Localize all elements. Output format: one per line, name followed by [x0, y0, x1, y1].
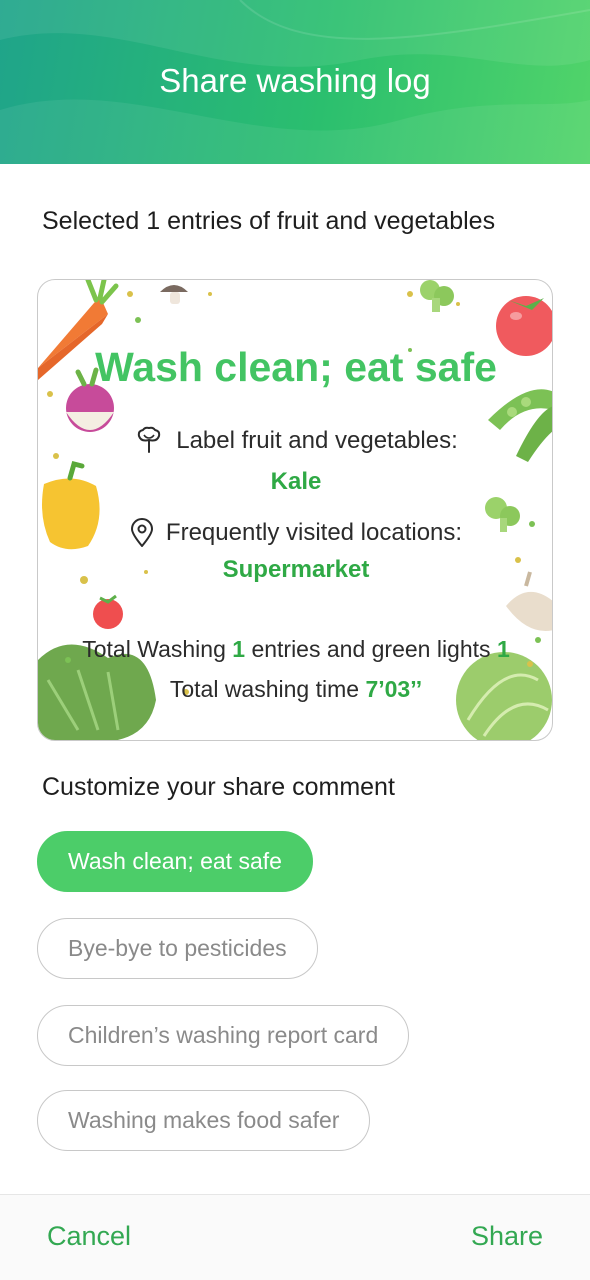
total-prefix: Total Washing [82, 636, 226, 662]
total-entries-row: Total Washing 1 entries and green lights… [38, 636, 552, 663]
page-title: Share washing log [159, 62, 431, 99]
customize-label: Customize your share comment [42, 773, 395, 801]
comment-option-bye-pesticides[interactable]: Bye-bye to pesticides [37, 918, 318, 979]
share-preview-card: Wash clean; eat safe Label fruit and veg… [37, 279, 553, 741]
broccoli-illustration [420, 280, 454, 312]
location-caption: Frequently visited locations: [165, 519, 463, 546]
cancel-button[interactable]: Cancel [47, 1221, 131, 1252]
selection-summary: Selected 1 entries of fruit and vegetabl… [42, 207, 496, 235]
comment-option-report-card[interactable]: Children’s washing report card [37, 1005, 410, 1066]
total-time-row: Total washing time 7’03’’ [38, 676, 552, 703]
small-tomato-illustration [93, 594, 123, 629]
time-prefix: Total washing time [169, 676, 360, 702]
mushroom-illustration [160, 285, 188, 304]
location-row: Frequently visited locations: [38, 518, 552, 548]
comment-option-food-safer[interactable]: Washing makes food safer [37, 1090, 371, 1151]
card-title: Wash clean; eat safe [95, 344, 497, 390]
share-button[interactable]: Share [471, 1221, 543, 1252]
green-lights-value: 1 [496, 636, 510, 662]
label-caption: Label fruit and vegetables: [176, 427, 458, 454]
time-value: 7’03’’ [365, 676, 423, 702]
footer-bar: Cancel Share [0, 1194, 590, 1280]
total-entries-value: 1 [232, 636, 246, 662]
location-pin-icon [130, 518, 153, 547]
location-value: Supermarket [222, 556, 370, 583]
label-value: Kale [270, 468, 322, 495]
vegetable-icon [138, 426, 161, 453]
label-row: Label fruit and vegetables: [38, 426, 552, 456]
header-bar: Share washing log [0, 0, 590, 164]
comment-option-wash-clean[interactable]: Wash clean; eat safe [37, 831, 313, 892]
total-middle: entries and green lights [251, 636, 491, 662]
